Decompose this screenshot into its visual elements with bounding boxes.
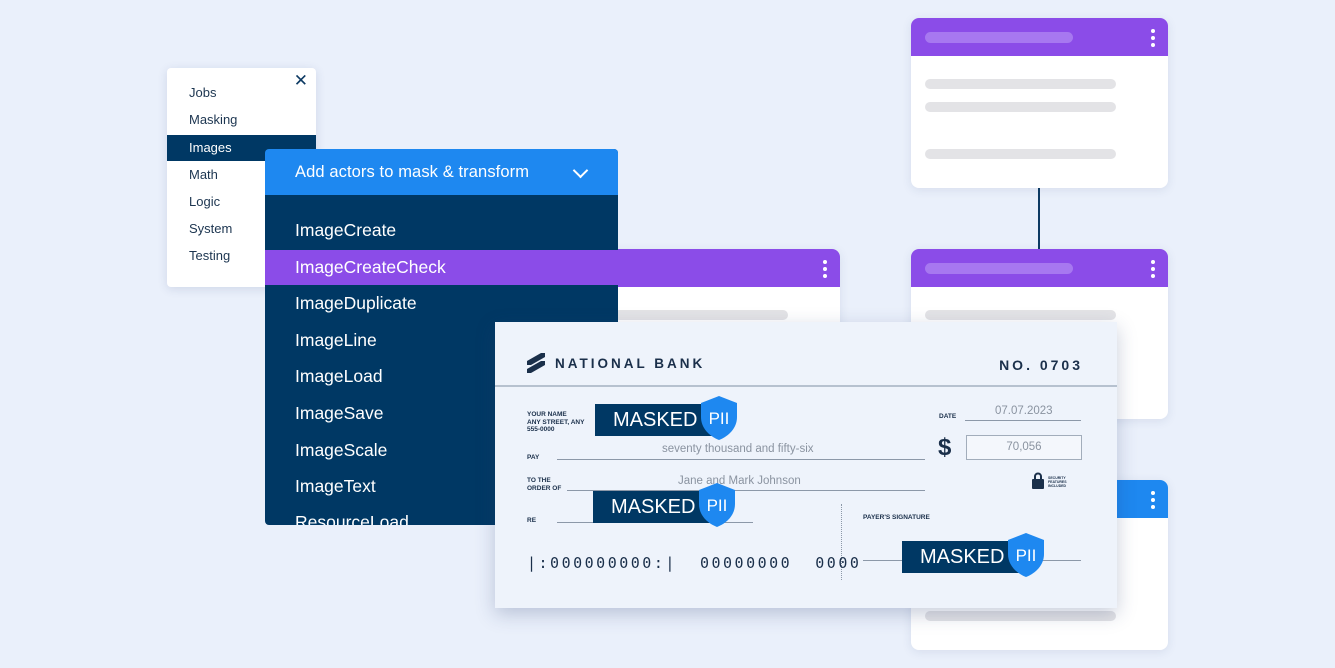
- svg-text:PII: PII: [707, 496, 728, 515]
- masked-pii-name: MASKED: [595, 404, 713, 436]
- pay-amount-words: seventy thousand and fifty-six: [662, 443, 814, 455]
- signature-label: PAYER'S SIGNATURE: [863, 514, 930, 521]
- menu-item-masking[interactable]: Masking: [167, 107, 316, 133]
- actor-item-selected[interactable]: ImageCreateCheck: [265, 250, 618, 285]
- node-header: [911, 249, 1168, 287]
- chevron-down-icon[interactable]: [572, 162, 589, 179]
- dropdown-title: Add actors to mask & transform: [295, 163, 530, 181]
- kebab-menu-icon[interactable]: [1148, 28, 1158, 48]
- payee-name: Jane and Mark Johnson: [678, 475, 801, 487]
- actor-item[interactable]: ImageCreate: [265, 214, 618, 247]
- pii-shield-icon: PII: [701, 396, 737, 440]
- bank-check: NATIONAL BANK NO. 0703 YOUR NAME ANY STR…: [495, 322, 1117, 608]
- mask-text: MASKED: [920, 546, 1005, 568]
- bank-logo-icon: [527, 353, 545, 373]
- currency-symbol: $: [938, 434, 952, 461]
- security-features-label: SECURITY FEATURES INCLUDED: [1048, 476, 1067, 488]
- mask-text: MASKED: [611, 496, 696, 518]
- date-label: DATE: [939, 413, 957, 420]
- pii-shield-icon: PII: [1008, 533, 1044, 577]
- date-value: 07.07.2023: [995, 405, 1053, 417]
- lock-icon: [1032, 472, 1044, 489]
- actor-item[interactable]: ImageDuplicate: [265, 287, 618, 320]
- menu-item-jobs[interactable]: Jobs: [167, 80, 316, 106]
- svg-text:PII: PII: [709, 409, 730, 428]
- pii-shield-icon: PII: [699, 483, 735, 527]
- check-number: NO. 0703: [999, 357, 1083, 373]
- kebab-menu-icon[interactable]: [1148, 490, 1158, 510]
- mask-text: MASKED: [613, 409, 698, 431]
- micr-line: |:000000000:| 00000000 0000: [527, 554, 862, 572]
- selection-highlight-extension: [618, 250, 745, 285]
- svg-text:PII: PII: [1016, 546, 1037, 565]
- masked-pii-signature: MASKED: [902, 541, 1020, 573]
- kebab-menu-icon[interactable]: [1148, 259, 1158, 279]
- masked-pii-re: MASKED: [593, 491, 711, 523]
- amount-box: 70,056: [966, 435, 1082, 460]
- kebab-menu-icon[interactable]: [820, 259, 830, 279]
- re-label: RE: [527, 517, 537, 524]
- workflow-node-top-right[interactable]: [911, 18, 1168, 188]
- name-label: YOUR NAME ANY STREET, ANY 555-0000: [527, 411, 585, 433]
- to-order-label: TO THE ORDER OF: [527, 477, 562, 492]
- node-header: [911, 18, 1168, 56]
- bank-name: NATIONAL BANK: [555, 356, 706, 371]
- dropdown-header[interactable]: Add actors to mask & transform: [265, 149, 618, 195]
- node-connector: [1038, 188, 1040, 250]
- pay-label: PAY: [527, 454, 540, 461]
